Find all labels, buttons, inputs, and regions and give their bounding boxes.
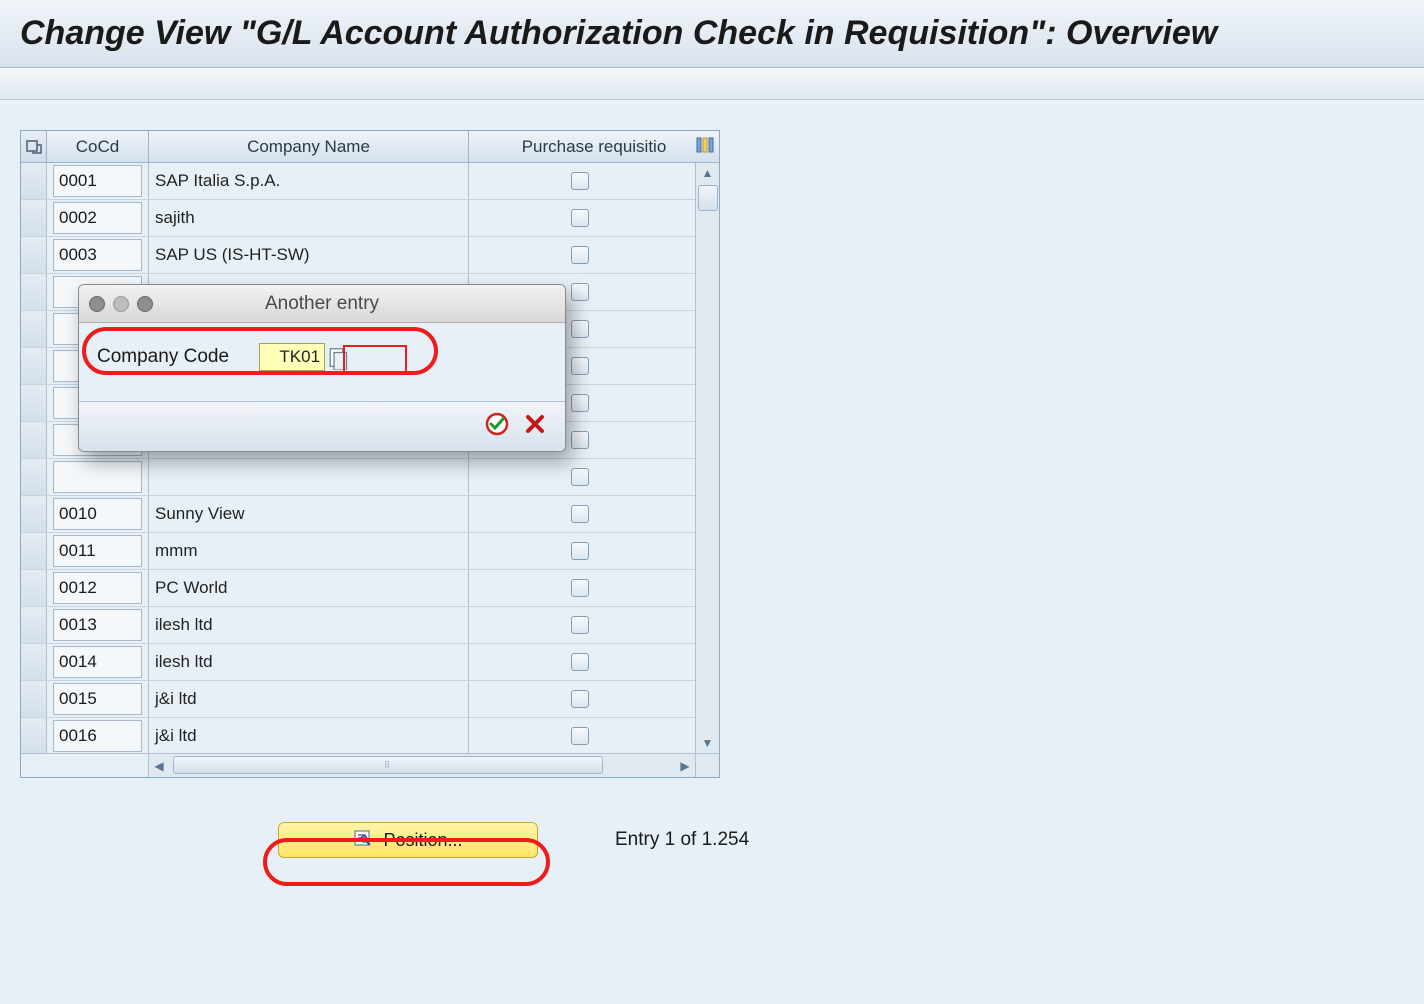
purchase-req-checkbox[interactable]	[571, 357, 589, 375]
purchase-req-checkbox[interactable]	[571, 320, 589, 338]
purchase-req-checkbox[interactable]	[571, 653, 589, 671]
cocd-input[interactable]	[53, 535, 142, 567]
row-selector[interactable]	[21, 311, 47, 347]
purchase-req-checkbox[interactable]	[571, 505, 589, 523]
purchase-req-checkbox[interactable]	[571, 209, 589, 227]
horizontal-scroll-thumb[interactable]: ⠿	[173, 756, 603, 774]
horizontal-scrollbar[interactable]: ◀ ⠿ ▶	[149, 754, 695, 777]
purchase-req-checkbox[interactable]	[571, 690, 589, 708]
dialog-titlebar[interactable]: Another entry	[79, 285, 565, 323]
row-selector[interactable]	[21, 496, 47, 532]
company-name-cell: SAP Italia S.p.A.	[149, 163, 469, 199]
row-selector[interactable]	[21, 681, 47, 717]
table-row: Sunny View	[21, 496, 719, 533]
company-code-label: Company Code	[97, 346, 229, 368]
company-name-cell: Sunny View	[149, 496, 469, 532]
row-selector[interactable]	[21, 348, 47, 384]
cocd-input[interactable]	[53, 202, 142, 234]
table-row: sajith	[21, 200, 719, 237]
scroll-left-icon[interactable]: ◀	[149, 754, 169, 777]
purchase-req-checkbox[interactable]	[571, 394, 589, 412]
table-settings-icon[interactable]	[695, 135, 715, 155]
cocd-input[interactable]	[53, 461, 142, 493]
row-selector[interactable]	[21, 274, 47, 310]
row-selector[interactable]	[21, 607, 47, 643]
company-name-cell: PC World	[149, 570, 469, 606]
row-selector[interactable]	[21, 422, 47, 458]
company-name-cell: j&i ltd	[149, 718, 469, 753]
position-button[interactable]: Position...	[278, 822, 538, 858]
row-selector[interactable]	[21, 644, 47, 680]
application-toolbar	[0, 68, 1424, 100]
cocd-input[interactable]	[53, 572, 142, 604]
column-header-purchase-req-label: Purchase requisitio	[522, 137, 667, 157]
purchase-req-checkbox[interactable]	[571, 246, 589, 264]
another-entry-dialog: Another entry Company Code	[78, 284, 566, 452]
cocd-input[interactable]	[53, 165, 142, 197]
scroll-right-icon[interactable]: ▶	[675, 754, 695, 777]
company-name-cell: ilesh ltd	[149, 607, 469, 643]
table-row: ilesh ltd	[21, 607, 719, 644]
company-name-cell: SAP US (IS-HT-SW)	[149, 237, 469, 273]
vertical-scrollbar[interactable]: ▲ ▼	[695, 163, 719, 753]
row-selector[interactable]	[21, 237, 47, 273]
company-code-input[interactable]	[259, 343, 325, 371]
purchase-req-checkbox[interactable]	[571, 283, 589, 301]
data-table: CoCd Company Name Purchase requisitio SA…	[20, 130, 720, 778]
cocd-input[interactable]	[53, 498, 142, 530]
page-title: Change View "G/L Account Authorization C…	[0, 0, 1424, 68]
horizontal-scrollbar-row: ◀ ⠿ ▶	[21, 753, 719, 777]
ok-button[interactable]	[485, 412, 509, 441]
table-row: j&i ltd	[21, 718, 719, 753]
scroll-down-icon[interactable]: ▼	[696, 733, 719, 753]
table-row: ilesh ltd	[21, 644, 719, 681]
table-row	[21, 459, 719, 496]
cocd-input[interactable]	[53, 683, 142, 715]
row-selector[interactable]	[21, 200, 47, 236]
select-all-icon[interactable]	[21, 131, 47, 162]
row-selector[interactable]	[21, 533, 47, 569]
row-selector[interactable]	[21, 570, 47, 606]
company-name-cell: sajith	[149, 200, 469, 236]
scroll-up-icon[interactable]: ▲	[696, 163, 719, 183]
value-help-icon[interactable]	[329, 345, 349, 369]
table-header-row: CoCd Company Name Purchase requisitio	[21, 131, 719, 163]
purchase-req-checkbox[interactable]	[571, 616, 589, 634]
cocd-input[interactable]	[53, 239, 142, 271]
dialog-title: Another entry	[79, 293, 565, 315]
purchase-req-checkbox[interactable]	[571, 431, 589, 449]
position-button-label: Position...	[383, 830, 462, 851]
cocd-input[interactable]	[53, 720, 142, 752]
column-header-purchase-req[interactable]: Purchase requisitio	[469, 131, 719, 162]
row-selector[interactable]	[21, 163, 47, 199]
cancel-button[interactable]	[523, 412, 547, 441]
row-selector[interactable]	[21, 718, 47, 753]
table-row: SAP US (IS-HT-SW)	[21, 237, 719, 274]
company-name-cell: mmm	[149, 533, 469, 569]
vertical-scroll-thumb[interactable]	[698, 185, 718, 211]
row-selector[interactable]	[21, 385, 47, 421]
position-icon	[353, 828, 373, 853]
company-name-cell	[149, 459, 469, 495]
table-row: j&i ltd	[21, 681, 719, 718]
purchase-req-checkbox[interactable]	[571, 542, 589, 560]
table-row: SAP Italia S.p.A.	[21, 163, 719, 200]
entry-status-text: Entry 1 of 1.254	[615, 829, 749, 851]
table-row: mmm	[21, 533, 719, 570]
company-name-cell: ilesh ltd	[149, 644, 469, 680]
company-name-cell: j&i ltd	[149, 681, 469, 717]
table-row: PC World	[21, 570, 719, 607]
cocd-input[interactable]	[53, 646, 142, 678]
cocd-input[interactable]	[53, 609, 142, 641]
purchase-req-checkbox[interactable]	[571, 172, 589, 190]
purchase-req-checkbox[interactable]	[571, 727, 589, 745]
purchase-req-checkbox[interactable]	[571, 468, 589, 486]
column-header-cocd[interactable]: CoCd	[47, 131, 149, 162]
purchase-req-checkbox[interactable]	[571, 579, 589, 597]
row-selector[interactable]	[21, 459, 47, 495]
column-header-company-name[interactable]: Company Name	[149, 131, 469, 162]
